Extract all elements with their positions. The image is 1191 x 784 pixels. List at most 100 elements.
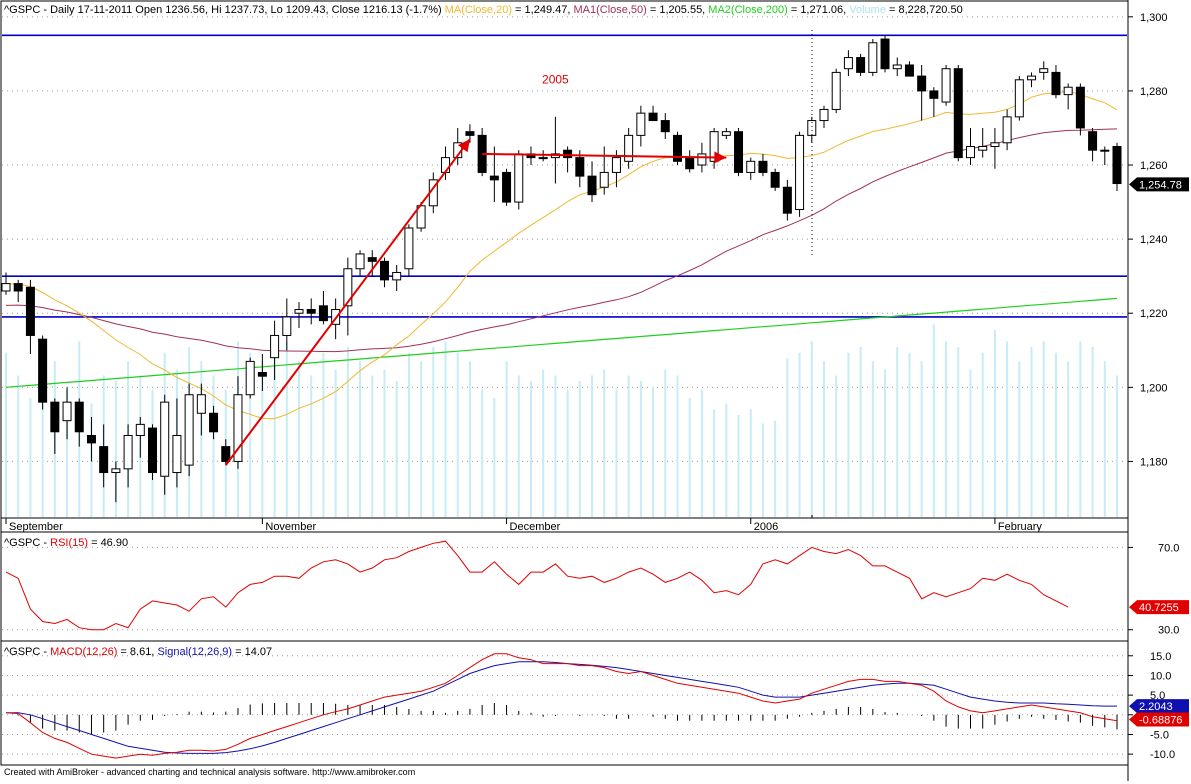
macd-title-prefix: ^GSPC - <box>4 646 50 658</box>
candlestick <box>685 157 695 170</box>
volume-bar <box>5 352 7 517</box>
volume-bar <box>713 409 716 517</box>
candlestick <box>868 42 878 73</box>
candlestick <box>62 401 72 422</box>
volume-bar <box>908 352 911 517</box>
volume-bar <box>603 369 606 517</box>
candlestick <box>929 90 939 99</box>
ma200-legend: MA2(Close,200) <box>708 4 787 16</box>
candlestick <box>880 38 890 70</box>
macd-y-tick-label: 15.0 <box>1150 651 1171 663</box>
volume-bar <box>932 324 935 517</box>
price-y-tick-label: 1,220 <box>1140 308 1168 320</box>
x-tick-label: September <box>9 521 63 533</box>
rsi-y-tick-label: 30.0 <box>1158 625 1179 637</box>
volume-bar <box>1054 352 1057 517</box>
candlestick <box>379 260 389 281</box>
candlestick <box>367 257 377 262</box>
signal-legend-value: = 14.07 <box>232 646 272 658</box>
candlestick <box>782 186 792 214</box>
volume-bar <box>859 347 862 517</box>
volume-bar <box>627 375 630 517</box>
volume-bar <box>798 352 801 517</box>
volume-bar <box>566 389 569 517</box>
macd-y-tick-label: -5.0 <box>1150 729 1169 741</box>
candlestick <box>856 57 866 73</box>
last-value-label: 2.2043 <box>1139 701 1173 713</box>
candlestick <box>1051 71 1061 96</box>
candlestick <box>1112 145 1122 185</box>
candlestick <box>575 157 585 177</box>
volume-bar <box>591 375 594 517</box>
candlestick <box>734 131 744 173</box>
candlestick <box>257 372 267 377</box>
candlestick <box>1039 68 1049 73</box>
macd-y-tick-label: 10.0 <box>1150 670 1171 682</box>
candlestick <box>123 434 133 470</box>
volume-bar <box>700 389 703 517</box>
candlestick <box>758 160 768 173</box>
volume-bar <box>554 375 557 517</box>
price-pane-title: ^GSPC - Daily 17-11-2011 Open 1236.56, H… <box>4 4 963 16</box>
candlestick <box>697 153 707 166</box>
candlestick <box>392 271 402 281</box>
volume-bar <box>957 347 960 517</box>
candlestick <box>1002 116 1012 144</box>
volume-bar <box>371 375 374 517</box>
volume-bar <box>493 398 496 517</box>
volume-bar <box>1030 347 1033 517</box>
candlestick <box>1075 86 1085 129</box>
volume-bar <box>529 381 532 517</box>
x-tick-label: 2006 <box>754 521 778 533</box>
volume-bar <box>1006 341 1009 517</box>
volume-bar <box>664 369 667 517</box>
candlestick <box>1014 79 1024 118</box>
candlestick <box>50 401 60 433</box>
ma200-legend-value: = 1,271.06, <box>788 4 849 16</box>
last-value-label: 1,254.78 <box>1139 179 1182 191</box>
candlestick <box>819 108 829 122</box>
macd-legend-value: = 8.61, <box>117 646 157 658</box>
ma50-legend-value: = 1,205.55, <box>647 4 708 16</box>
volume-bar <box>346 347 349 517</box>
price-y-tick-label: 1,280 <box>1140 86 1168 98</box>
volume-bar <box>981 352 984 517</box>
candlestick <box>892 64 902 70</box>
candlestick <box>917 75 927 92</box>
rsi-y-tick-label: 70.0 <box>1158 542 1179 554</box>
volume-bar <box>444 341 447 517</box>
candlestick <box>74 401 84 433</box>
volume-bar <box>639 381 642 517</box>
candlestick <box>624 134 634 162</box>
candlestick <box>1088 131 1098 151</box>
year-annotation: 2005 <box>542 73 569 87</box>
volume-bar <box>835 375 838 517</box>
volume-bar <box>749 409 752 517</box>
x-axis: September November December 2006 February <box>0 517 1129 533</box>
price-y-tick-label: 1,240 <box>1140 234 1168 246</box>
amibroker-chart: 2005 September November December 2006 Februa… <box>0 0 1191 781</box>
volume-bar <box>1067 361 1070 517</box>
candlestick <box>587 175 597 196</box>
candlestick <box>343 268 353 307</box>
volume-bar <box>737 415 740 517</box>
volume-bar <box>1079 341 1082 517</box>
candlestick <box>221 446 231 462</box>
candlestick <box>86 434 96 444</box>
ma20-legend-value: = 1,249.47, <box>512 4 573 16</box>
volume-bar <box>359 361 362 517</box>
price-y-tick-label: 1,200 <box>1140 382 1168 394</box>
candlestick <box>563 149 573 159</box>
candlestick <box>196 394 206 414</box>
candlestick <box>99 446 109 474</box>
candlestick <box>306 309 316 314</box>
volume-bar <box>322 352 325 517</box>
candlestick <box>135 423 145 436</box>
volume-bar <box>407 352 410 517</box>
rsi-legend-value: = 46.90 <box>88 537 128 549</box>
volume-bar <box>542 369 545 517</box>
candlestick <box>978 145 988 151</box>
volume-bar <box>432 347 435 517</box>
volume-legend-value: = 8,228,720.50 <box>886 4 963 16</box>
volume-bar <box>383 369 386 517</box>
